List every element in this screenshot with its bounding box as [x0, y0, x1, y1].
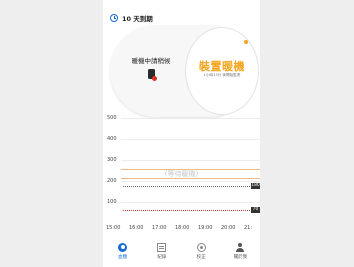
calibrate-icon — [196, 242, 206, 252]
bottom-nav: 血糖 紀錄 校正 關於我 — [103, 235, 260, 267]
nav-item-log[interactable]: 紀錄 — [147, 242, 177, 260]
x-tick: 18:00 — [175, 225, 190, 231]
profile-icon — [236, 242, 245, 252]
gridline — [121, 139, 260, 140]
nav-item-calibrate[interactable]: 校正 — [186, 242, 216, 260]
x-tick: 21: — [244, 225, 253, 231]
high-target-line — [123, 186, 250, 187]
days-remaining: 10 天到期 — [122, 15, 153, 23]
x-tick: 19:00 — [198, 225, 213, 231]
warmup-title: 裝置暖機 — [199, 60, 245, 73]
app-screen: 10 天到期 暖機中請稍候 裝置暖機 1小時13分 後開始監測 500 400 … — [103, 0, 260, 267]
gridline — [121, 118, 260, 119]
y-tick: 100 — [107, 199, 117, 205]
y-tick: 300 — [107, 157, 117, 163]
nav-label: 血糖 — [118, 254, 128, 260]
glucose-chart[interactable]: 500 400 300 200 100 (等待暖機) 180 70 — [103, 115, 260, 230]
x-axis: 15:00 16:00 17:00 18:00 19:00 20:00 21: — [103, 225, 260, 235]
low-target-label: 70 — [251, 207, 260, 213]
gridline — [121, 160, 260, 161]
nav-item-profile[interactable]: 關於我 — [225, 242, 255, 260]
lower-band-line — [121, 178, 260, 179]
nav-label: 紀錄 — [157, 254, 167, 260]
warmup-message-area: 暖機中請稍候 — [116, 55, 186, 81]
nav-label: 校正 — [196, 254, 206, 260]
y-tick: 400 — [107, 136, 117, 142]
high-target-label: 180 — [251, 183, 260, 189]
warmup-message: 暖機中請稍候 — [131, 57, 171, 65]
x-tick: 16:00 — [129, 225, 144, 231]
home-icon — [118, 242, 128, 252]
low-target-line — [123, 210, 250, 211]
device-icon — [147, 69, 157, 81]
log-icon — [157, 242, 167, 252]
x-tick: 20:00 — [221, 225, 236, 231]
nav-label: 關於我 — [233, 254, 248, 260]
clock-icon — [110, 14, 118, 22]
gridline — [121, 181, 260, 182]
warmup-status-circle[interactable]: 裝置暖機 1小時13分 後開始監測 — [185, 27, 259, 115]
warmup-card: 暖機中請稍候 裝置暖機 1小時13分 後開始監測 — [110, 25, 259, 117]
nav-item-glucose[interactable]: 血糖 — [108, 242, 138, 260]
x-tick: 17:00 — [152, 225, 167, 231]
status-dot-icon — [244, 40, 248, 44]
x-tick: 15:00 — [106, 225, 121, 231]
gridline — [121, 202, 260, 203]
warmup-countdown: 1小時13分 後開始監測 — [203, 73, 241, 77]
y-tick: 500 — [107, 115, 117, 121]
